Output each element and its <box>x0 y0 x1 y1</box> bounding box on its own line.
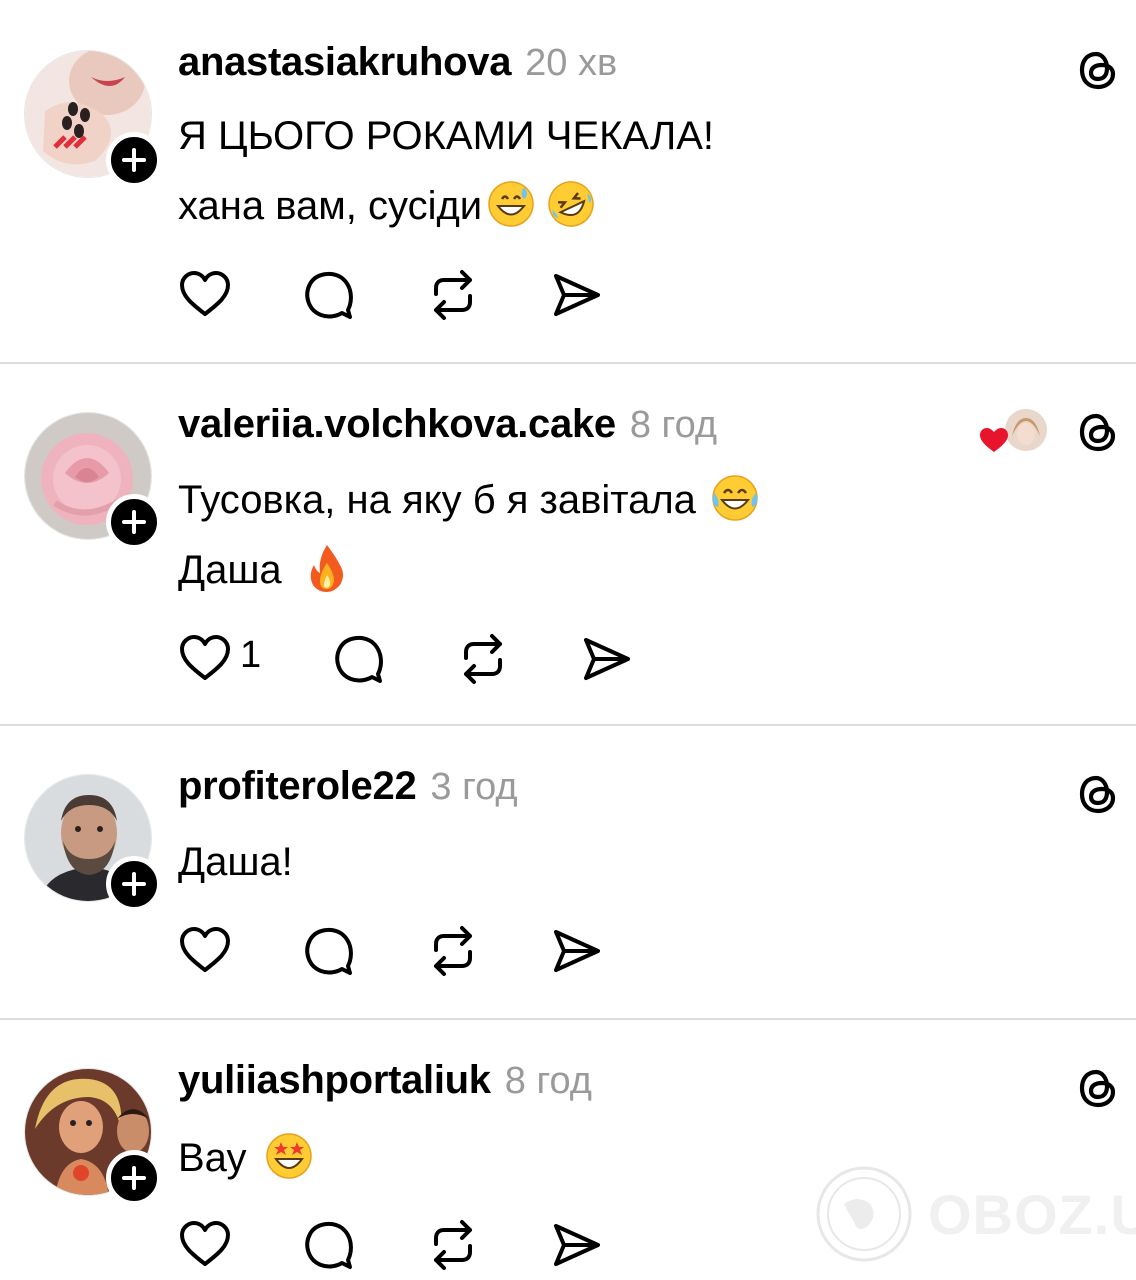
username[interactable]: profiterole22 <box>178 764 417 809</box>
tears-of-joy-emoji <box>712 475 758 522</box>
repost-icon[interactable] <box>426 268 480 322</box>
follow-button[interactable] <box>106 1150 162 1206</box>
grinning-sweat-emoji <box>488 181 534 228</box>
star-struck-emoji <box>266 1133 313 1180</box>
post-header: valeriia.volchkova.cake 8 год <box>178 402 717 462</box>
liked-by-heart-avatar[interactable] <box>976 406 1050 456</box>
action-bar <box>178 268 618 324</box>
threads-logo-icon[interactable] <box>1074 408 1122 456</box>
timestamp: 20 хв <box>525 42 618 84</box>
action-bar <box>178 924 618 980</box>
plus-icon <box>122 510 146 534</box>
plus-icon <box>122 148 146 172</box>
follow-button[interactable] <box>106 132 162 188</box>
follow-button[interactable] <box>106 856 162 912</box>
post-header: profiterole22 3 год <box>178 764 518 824</box>
post-text-line-1: Даша! <box>178 840 293 884</box>
send-icon[interactable] <box>550 924 604 978</box>
comment-bubble-icon[interactable] <box>302 1218 356 1272</box>
fire-emoji <box>310 545 343 593</box>
send-icon[interactable] <box>550 1218 604 1272</box>
globe-logo-icon <box>816 1166 912 1262</box>
repost-icon[interactable] <box>426 924 480 978</box>
avatar-wrap[interactable] <box>24 1068 162 1206</box>
post-text-line-1: Я ЦЬОГО РОКАМИ ЧЕКАЛА! <box>178 114 715 158</box>
username[interactable]: yuliiashportaliuk <box>178 1058 491 1103</box>
heart-icon[interactable] <box>178 924 232 978</box>
rofl-emoji <box>548 181 594 228</box>
post-valeriia-volchkova-cake: valeriia.volchkova.cake 8 год Тусовка, н… <box>0 364 1136 724</box>
post-profiterole22: profiterole22 3 год Даша! <box>0 726 1136 1018</box>
heart-icon[interactable] <box>178 1218 232 1272</box>
timestamp: 8 год <box>504 1060 592 1102</box>
avatar-wrap[interactable] <box>24 774 162 912</box>
post-text-line-2: хана вам, сусіди <box>178 176 596 236</box>
heart-icon[interactable] <box>178 632 232 686</box>
oboz-watermark: OBOZ.UA <box>814 1164 1136 1264</box>
comment-bubble-icon[interactable] <box>302 924 356 978</box>
threads-logo-icon[interactable] <box>1074 770 1122 818</box>
username[interactable]: valeriia.volchkova.cake <box>178 402 616 447</box>
like-count: 1 <box>240 634 262 676</box>
threads-logo-icon[interactable] <box>1074 46 1122 94</box>
avatar-wrap[interactable] <box>24 412 162 550</box>
avatar-wrap[interactable] <box>24 50 162 188</box>
threads-logo-icon[interactable] <box>1074 1064 1122 1112</box>
timestamp: 8 год <box>629 404 718 446</box>
username[interactable]: anastasiakruhova <box>178 40 511 85</box>
post-text-line-1: Тусовка, на яку б я завітала <box>178 470 760 530</box>
send-icon[interactable] <box>550 268 604 322</box>
send-icon[interactable] <box>580 632 634 686</box>
heart-icon[interactable] <box>178 268 232 322</box>
repost-icon[interactable] <box>426 1218 480 1272</box>
post-header: yuliiashportaliuk 8 год <box>178 1058 592 1118</box>
repost-icon[interactable] <box>456 632 510 686</box>
action-bar <box>178 1218 618 1274</box>
follow-button[interactable] <box>106 494 162 550</box>
watermark-text: OBOZ.UA <box>928 1183 1136 1246</box>
action-bar: 1 <box>178 632 648 688</box>
post-text-line-2: Даша <box>178 540 352 600</box>
comment-bubble-icon[interactable] <box>302 268 356 322</box>
post-anastasiakruhova: anastasiakruhova 20 хв Я ЦЬОГО РОКАМИ ЧЕ… <box>0 0 1136 362</box>
plus-icon <box>122 872 146 896</box>
post-text-line-1: Вау <box>178 1128 314 1188</box>
post-header: anastasiakruhova 20 хв <box>178 40 617 100</box>
timestamp: 3 год <box>430 766 518 808</box>
comment-bubble-icon[interactable] <box>332 632 386 686</box>
plus-icon <box>122 1166 146 1190</box>
